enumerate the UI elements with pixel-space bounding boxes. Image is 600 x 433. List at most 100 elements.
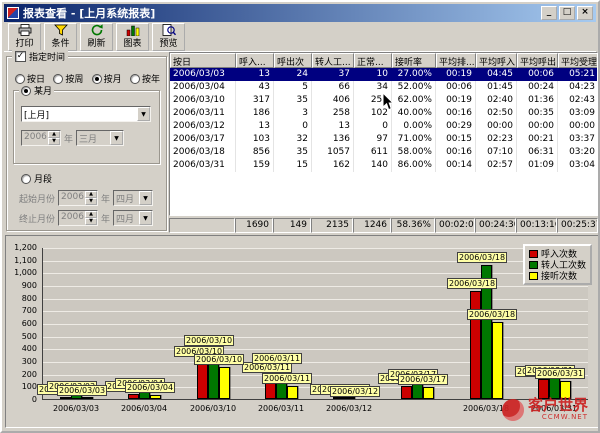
- preview-button-label: 预览: [159, 40, 177, 49]
- table-cell: 3: [274, 107, 312, 120]
- table-cell: 52.00%: [392, 81, 436, 94]
- table-cell: 00:19: [436, 94, 476, 107]
- spin-down-icon[interactable]: ▼: [85, 218, 97, 225]
- bar-series-2: [150, 395, 161, 399]
- month-range-radio[interactable]: 月段: [19, 172, 54, 185]
- period-radio-3[interactable]: 按年: [130, 72, 160, 85]
- ccmw-logo-icon: [502, 399, 524, 421]
- column-header[interactable]: 接听率: [392, 53, 436, 68]
- table-cell: 86.00%: [392, 159, 436, 172]
- spin-down-icon[interactable]: ▼: [48, 138, 60, 145]
- table-cell: 136: [312, 133, 354, 146]
- year-unit-label: 年: [101, 212, 110, 225]
- spin-up-icon[interactable]: ▲: [85, 191, 97, 198]
- year-spinner[interactable]: 2006 ▲ ▼: [21, 130, 61, 146]
- spin-down-icon[interactable]: ▼: [85, 198, 97, 205]
- preview-button[interactable]: 预览: [152, 23, 185, 51]
- dropdown-arrow-icon[interactable]: ▼: [139, 211, 152, 225]
- bar-date-label: 2006/03/11: [262, 373, 312, 384]
- some-month-radio[interactable]: 某月: [19, 84, 54, 97]
- table-cell: 62.00%: [392, 94, 436, 107]
- table-cell: 06:31: [517, 146, 558, 159]
- time-filter-panel: ✓ 指定时间 按日按周按月按年 某月 [上月] ▼ 2006 ▲ ▼ 年 三月: [5, 50, 168, 232]
- bar-series-2: [219, 367, 230, 399]
- y-tick-label: 700: [6, 307, 37, 315]
- column-header[interactable]: 平均呼入: [476, 53, 517, 68]
- end-month-label: 终止月份: [19, 212, 55, 225]
- column-header[interactable]: 呼出次: [274, 53, 312, 68]
- grid-header-row: 按日呼入...呼出次转人工...正常...接听率平均排...平均呼入平均呼出..…: [170, 53, 597, 68]
- table-cell: 04:45: [476, 68, 517, 81]
- x-tick-label: 2006/03/11: [247, 404, 315, 413]
- table-row[interactable]: 2006/03/311591516214086.00%00:1402:5701:…: [170, 159, 597, 172]
- table-cell: 856: [236, 146, 274, 159]
- column-header[interactable]: 平均呼出...: [517, 53, 558, 68]
- maximize-button[interactable]: □: [559, 6, 575, 20]
- chart-button[interactable]: 图表: [116, 23, 149, 51]
- table-cell: 2006/03/18: [170, 146, 236, 159]
- specify-time-label: 指定时间: [29, 50, 65, 63]
- dropdown-arrow-icon[interactable]: ▼: [139, 191, 152, 205]
- table-cell: 40.00%: [392, 107, 436, 120]
- column-header[interactable]: 平均排...: [436, 53, 476, 68]
- start-month-select[interactable]: 四月 ▼: [113, 190, 153, 206]
- print-button[interactable]: 打印: [8, 23, 41, 51]
- table-cell: 5: [274, 81, 312, 94]
- bar-series-2: [492, 322, 503, 399]
- column-header[interactable]: 按日: [170, 53, 236, 68]
- radio-icon: [21, 86, 31, 96]
- end-year-spinner[interactable]: 2006 ▲ ▼: [58, 210, 98, 226]
- table-cell: 27.00%: [392, 68, 436, 81]
- condition-button[interactable]: 条件: [44, 23, 77, 51]
- summary-cell: 149: [273, 218, 311, 233]
- radio-icon: [53, 74, 63, 84]
- column-header[interactable]: 呼入...: [236, 53, 274, 68]
- period-radio-label: 按年: [142, 72, 160, 85]
- column-header[interactable]: 转人工...: [312, 53, 354, 68]
- refresh-icon: [90, 24, 104, 39]
- specify-time-checkbox[interactable]: ✓: [15, 51, 26, 62]
- month-preset-value: [上月]: [22, 107, 137, 121]
- some-month-year-row: 2006 ▲ ▼ 年 三月 ▼: [21, 130, 124, 146]
- watermark-brand: 客户世界: [528, 398, 588, 413]
- spin-up-icon[interactable]: ▲: [85, 211, 97, 218]
- table-row[interactable]: 2006/03/121301300.00%00:2900:0000:0000:0…: [170, 120, 597, 133]
- table-row[interactable]: 2006/03/17103321369771.00%00:1502:2300:2…: [170, 133, 597, 146]
- report-viewer-window: 报表查看 - [上月系统报表] _ □ × 打印条件刷新图表预览 ✓ 指定时间 …: [0, 0, 600, 433]
- bar-date-label: 2006/03/11: [252, 353, 302, 364]
- column-header[interactable]: 正常...: [354, 53, 392, 68]
- month-select[interactable]: 三月 ▼: [76, 130, 124, 146]
- refresh-button-label: 刷新: [87, 40, 105, 49]
- condition-button-label: 条件: [51, 40, 69, 49]
- filter-icon: [54, 24, 68, 39]
- chart-plot: 2006/03/032006/03/032006/03/032006/03/04…: [42, 248, 588, 400]
- column-header[interactable]: 平均受理: [558, 53, 598, 68]
- start-year-spinner[interactable]: 2006 ▲ ▼: [58, 190, 98, 206]
- titlebar[interactable]: 报表查看 - [上月系统报表] _ □ ×: [4, 4, 596, 22]
- close-button[interactable]: ×: [577, 6, 593, 20]
- spin-up-icon[interactable]: ▲: [48, 131, 60, 138]
- dropdown-arrow-icon[interactable]: ▼: [110, 131, 123, 145]
- period-radio-1[interactable]: 按周: [53, 72, 83, 85]
- period-radio-2[interactable]: 按月: [92, 72, 122, 85]
- legend-swatch: [529, 272, 538, 280]
- app-icon: [7, 7, 19, 19]
- x-tick-label: 2006/03/04: [110, 404, 178, 413]
- month-preset-select[interactable]: [上月] ▼: [21, 106, 151, 122]
- gridline: [43, 349, 588, 350]
- table-cell: 0: [274, 120, 312, 133]
- y-tick-label: 1,100: [6, 257, 37, 265]
- refresh-button[interactable]: 刷新: [80, 23, 113, 51]
- table-row[interactable]: 2006/03/1885635105761158.00%00:1607:1006…: [170, 146, 597, 159]
- dropdown-arrow-icon[interactable]: ▼: [137, 107, 150, 121]
- table-row[interactable]: 2006/03/031324371027.00%00:1904:4500:060…: [170, 68, 597, 81]
- table-cell: 103: [236, 133, 274, 146]
- month-value: 三月: [77, 131, 110, 145]
- table-cell: 00:29: [436, 120, 476, 133]
- some-month-groupbox-border: [13, 90, 160, 164]
- table-cell: 2006/03/04: [170, 81, 236, 94]
- end-month-select[interactable]: 四月 ▼: [113, 210, 153, 226]
- period-radio-label: 按周: [65, 72, 83, 85]
- minimize-button[interactable]: _: [541, 6, 557, 20]
- chart-legend: 呼入次数转人工次数接听次数: [523, 244, 592, 285]
